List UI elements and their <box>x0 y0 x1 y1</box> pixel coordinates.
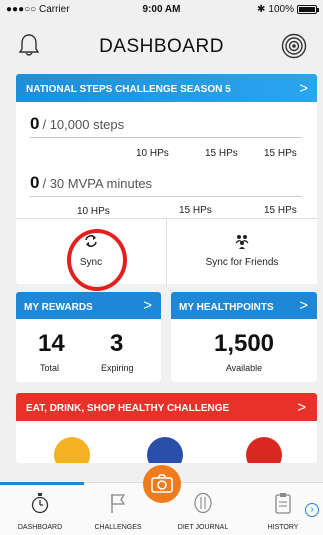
steps-goal: / 10,000 steps <box>42 117 125 132</box>
more-tabs-arrow-icon[interactable]: › <box>305 503 319 517</box>
steps-hp-milestone: 15 HPs <box>205 148 238 159</box>
steps-progress-track <box>30 137 302 138</box>
chevron-right-icon[interactable]: > <box>297 399 306 416</box>
chevron-right-icon[interactable]: > <box>299 297 308 314</box>
healthpoints-value: 1,500 <box>213 330 275 357</box>
camera-button[interactable] <box>143 465 181 503</box>
my-rewards-banner[interactable]: MY REWARDS > <box>16 292 161 319</box>
rewards-total-label: Total <box>40 363 60 373</box>
drink-category-icon[interactable] <box>147 437 183 463</box>
rewards-expiring-value: 3 <box>110 330 124 357</box>
mvpa-hp-milestone: 10 HPs <box>77 206 110 217</box>
my-healthpoints-title: MY HEALTHPOINTS <box>179 302 274 313</box>
bluetooth-icon: ✱ <box>257 4 266 15</box>
rewards-expiring-label: Expiring <box>101 363 134 373</box>
steps-challenge-banner[interactable]: NATIONAL STEPS CHALLENGE SEASON 5 > <box>16 74 317 102</box>
battery-indicator: ✱ 100% <box>257 4 319 15</box>
eat-challenge-banner[interactable]: EAT, DRINK, SHOP HEALTHY CHALLENGE > <box>16 393 317 421</box>
app-header: DASHBOARD <box>0 20 323 70</box>
eat-category-icon[interactable] <box>54 437 90 463</box>
steps-challenge-card: NATIONAL STEPS CHALLENGE SEASON 5 > 0/ 1… <box>16 74 317 284</box>
mvpa-goal: / 30 MVPA minutes <box>42 176 153 191</box>
steps-hp-milestone: 15 HPs <box>264 148 297 159</box>
battery-icon <box>297 5 319 14</box>
battery-percent: 100% <box>268 4 294 15</box>
healthpoints-label: Available <box>225 363 263 373</box>
my-healthpoints-banner[interactable]: MY HEALTHPOINTS > <box>171 292 317 319</box>
page-title: DASHBOARD <box>99 36 224 57</box>
status-bar: ●●●○○ Carrier 9:00 AM ✱ 100% <box>0 0 323 20</box>
steps-challenge-title: NATIONAL STEPS CHALLENGE SEASON 5 <box>26 84 231 95</box>
mvpa-value: 0 <box>30 173 40 192</box>
clipboard-icon <box>275 493 291 514</box>
sync-actions: Sync Sync for Friends <box>16 218 317 284</box>
shop-category-icon[interactable] <box>246 437 282 463</box>
friends-icon <box>235 235 249 249</box>
my-rewards-title: MY REWARDS <box>24 302 93 313</box>
chevron-right-icon[interactable]: > <box>143 297 152 314</box>
my-healthpoints-card[interactable]: MY HEALTHPOINTS > 1,500 Available <box>171 292 317 382</box>
tab-dashboard[interactable]: DASHBOARD <box>0 483 80 535</box>
camera-icon <box>151 474 173 493</box>
stopwatch-icon <box>31 493 49 514</box>
chevron-right-icon[interactable]: > <box>299 80 308 97</box>
device-sync-icon[interactable] <box>281 33 307 59</box>
tab-label: DASHBOARD <box>17 524 63 531</box>
eat-drink-shop-challenge-card[interactable]: EAT, DRINK, SHOP HEALTHY CHALLENGE > <box>16 393 317 463</box>
mvpa-hp-milestone: 15 HPs <box>264 205 297 216</box>
mvpa-hp-milestone: 15 HPs <box>179 205 212 216</box>
tab-label: CHALLENGES <box>94 524 142 531</box>
steps-metric: 0/ 10,000 steps <box>30 114 124 134</box>
rewards-total-value: 14 <box>38 330 65 357</box>
mvpa-metric: 0/ 30 MVPA minutes <box>30 173 152 193</box>
sync-for-friends-button[interactable]: Sync for Friends <box>166 219 317 284</box>
sync-for-friends-label: Sync for Friends <box>205 257 279 268</box>
cutlery-icon <box>194 492 212 514</box>
tab-label: HISTORY <box>267 524 299 531</box>
eat-challenge-title: EAT, DRINK, SHOP HEALTHY CHALLENGE <box>26 403 230 414</box>
my-rewards-card[interactable]: MY REWARDS > 14 Total 3 Expiring <box>16 292 161 382</box>
mvpa-progress-track <box>30 196 302 197</box>
flag-icon <box>111 494 126 513</box>
steps-hp-milestone: 10 HPs <box>136 148 169 159</box>
highlight-ring <box>67 229 127 291</box>
steps-value: 0 <box>30 114 40 133</box>
tab-label: DIET JOURNAL <box>177 524 229 531</box>
